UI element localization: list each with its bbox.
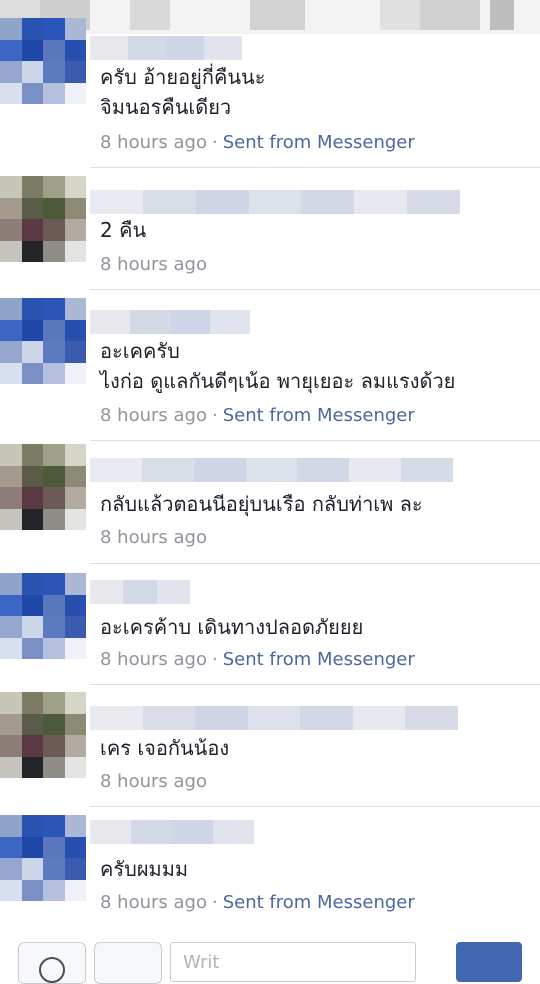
emoji-button[interactable]: [18, 942, 86, 984]
sender-name-blurred[interactable]: [90, 36, 242, 60]
source-link[interactable]: Sent from Messenger: [223, 132, 415, 153]
sender-name-blurred[interactable]: [90, 820, 254, 844]
timestamp: 8 hours ago: [100, 892, 207, 913]
divider: [90, 167, 540, 168]
meta-separator: ·: [211, 892, 218, 913]
avatar[interactable]: [0, 692, 86, 778]
message-meta: 8 hours ago: [100, 770, 207, 794]
timestamp: 8 hours ago: [100, 771, 207, 792]
source-link[interactable]: Sent from Messenger: [223, 892, 415, 913]
avatar[interactable]: [0, 815, 86, 901]
meta-separator: ·: [211, 405, 218, 426]
timestamp: 8 hours ago: [100, 527, 207, 548]
avatar[interactable]: [0, 573, 86, 659]
message-meta: 8 hours ago · Sent from Messenger: [100, 891, 415, 915]
message-text-line: 2 คืน: [100, 218, 147, 242]
smiley-icon: [39, 957, 65, 983]
sender-name-blurred[interactable]: [90, 580, 190, 604]
message-text-line: เคร เจอกันน้อง: [100, 736, 230, 760]
meta-separator: ·: [211, 132, 218, 153]
divider: [90, 440, 540, 441]
message-text-line: อะเคครับ: [100, 339, 180, 363]
source-link[interactable]: Sent from Messenger: [223, 649, 415, 670]
divider: [90, 684, 540, 685]
sender-name-blurred[interactable]: [90, 706, 459, 730]
message-text-line: ไงก่อ ดูแลกันดีๆเน้อ พายุเยอะ ลมแรงด้วย: [100, 369, 456, 393]
message-text-line: ครับผมมม: [100, 857, 189, 881]
message-meta: 8 hours ago · Sent from Messenger: [100, 648, 415, 672]
message-meta: 8 hours ago · Sent from Messenger: [100, 131, 415, 155]
meta-separator: ·: [211, 649, 218, 670]
send-button[interactable]: [456, 942, 522, 982]
message-text-line: กลับแล้วตอนนีอยุ่บนเรือ กลับท่าเพ ละ: [100, 492, 423, 516]
sender-name-blurred[interactable]: [90, 190, 461, 214]
message-text-line: อะเครค้าบ เดินทางปลอดภัยยย: [100, 615, 364, 639]
message-text-line: ครับ อ้ายอยู่กี่คืนนะ: [100, 65, 266, 89]
avatar[interactable]: [0, 176, 86, 262]
message-meta: 8 hours ago · Sent from Messenger: [100, 404, 415, 428]
sender-name-blurred[interactable]: [90, 310, 250, 334]
message-input[interactable]: Writ: [170, 942, 416, 982]
timestamp: 8 hours ago: [100, 405, 207, 426]
divider: [90, 563, 540, 564]
message-meta: 8 hours ago: [100, 253, 207, 277]
timestamp: 8 hours ago: [100, 132, 207, 153]
source-link[interactable]: Sent from Messenger: [223, 405, 415, 426]
sender-name-blurred[interactable]: [90, 458, 454, 482]
composer-bar: Writ: [0, 930, 540, 984]
timestamp: 8 hours ago: [100, 649, 207, 670]
message-meta: 8 hours ago: [100, 526, 207, 550]
attach-button[interactable]: [94, 942, 162, 984]
message-text-line: จิมนอรคืนเดียว: [100, 95, 232, 119]
avatar[interactable]: [0, 444, 86, 530]
avatar[interactable]: [0, 18, 86, 104]
divider: [90, 806, 540, 807]
timestamp: 8 hours ago: [100, 254, 207, 275]
divider: [90, 289, 540, 290]
avatar[interactable]: [0, 298, 86, 384]
